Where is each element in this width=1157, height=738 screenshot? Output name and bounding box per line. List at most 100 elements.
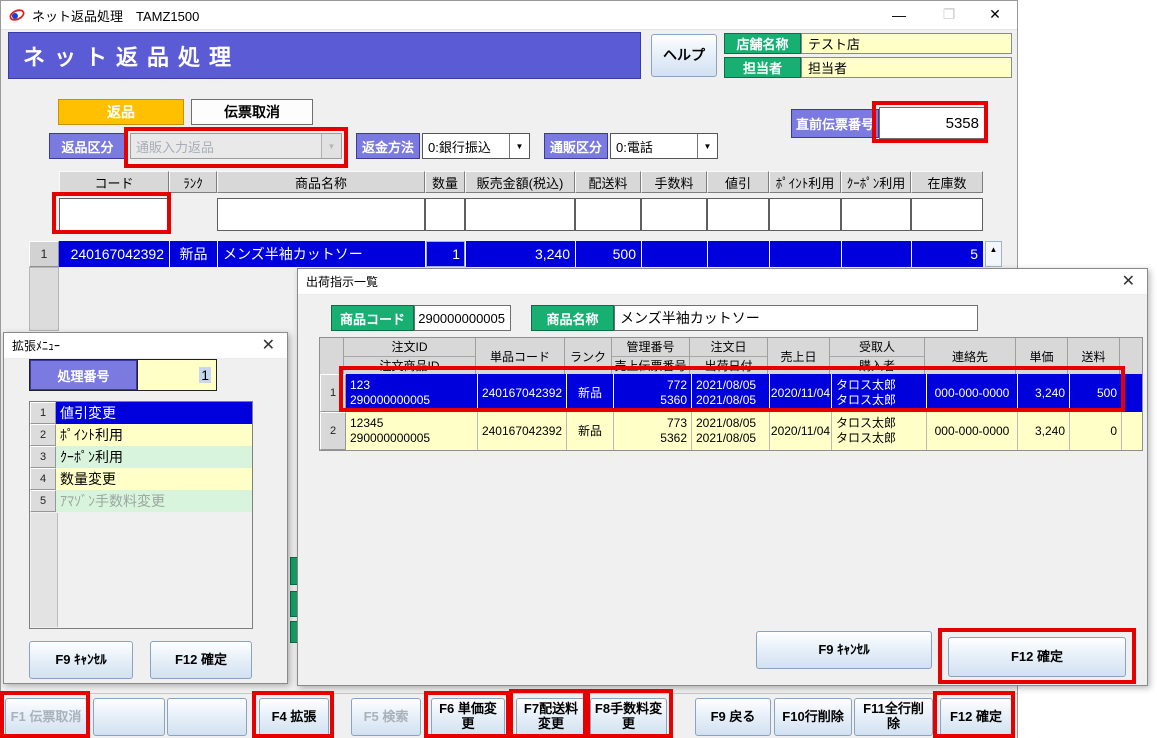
- row-cell-discount[interactable]: [707, 241, 769, 267]
- fkey-f12-confirm[interactable]: F12 確定: [940, 698, 1012, 736]
- ext-cancel-button[interactable]: F9 ｷｬﾝｾﾙ: [29, 641, 133, 679]
- row-number: 1: [320, 374, 346, 412]
- shipping-row[interactable]: 2 12345290000000005 240167042392 新品 7735…: [320, 412, 1142, 450]
- point-input[interactable]: [769, 198, 841, 231]
- stock-input[interactable]: [911, 198, 983, 231]
- close-button[interactable]: ✕: [973, 1, 1017, 28]
- row-cell-qty[interactable]: 1: [425, 241, 465, 267]
- col-order-date: 注文日 出荷日付: [690, 338, 768, 374]
- col-receiver: 受取人 購入者: [830, 338, 925, 374]
- grid-header-shipping: 配送料: [575, 171, 641, 193]
- menu-item-label: ｱﾏｿﾞﾝ手数料変更: [56, 490, 252, 512]
- amount-input[interactable]: [465, 198, 575, 231]
- menu-item-label[interactable]: ｸｰﾎﾟﾝ利用: [56, 446, 252, 468]
- menu-item-point[interactable]: 2 ﾎﾟｲﾝﾄ利用: [30, 424, 252, 446]
- grid-header-discount: 値引: [707, 171, 769, 193]
- chevron-down-icon[interactable]: ▼: [509, 134, 529, 158]
- name-input[interactable]: [217, 198, 425, 231]
- grid-header-stock: 在庫数: [911, 171, 983, 193]
- fee-input[interactable]: [641, 198, 707, 231]
- refund-method-select[interactable]: 0:銀行振込 ▼: [422, 133, 530, 159]
- menu-item-label[interactable]: ﾎﾟｲﾝﾄ利用: [56, 424, 252, 446]
- dialog-title: 出荷指示一覧: [306, 273, 378, 290]
- screenshot-root: ネット返品処理 TAMZ1500 — ❐ ✕ ネット返品処理 ヘルプ 店舗名称 …: [0, 0, 1157, 738]
- col-unit-price: 単価: [1016, 338, 1068, 374]
- store-name-label: 店舗名称: [724, 33, 801, 54]
- help-button[interactable]: ヘルプ: [651, 34, 717, 77]
- fkey-f2-empty: [93, 698, 165, 736]
- ship-confirm-button[interactable]: F12 確定: [948, 637, 1126, 677]
- menu-item-discount[interactable]: 1 値引変更: [30, 402, 252, 424]
- fkey-f1-slip-cancel[interactable]: F1 伝票取消: [5, 698, 87, 736]
- coupon-input[interactable]: [841, 198, 911, 231]
- row-cell-coupon[interactable]: [841, 241, 911, 267]
- fkey-f6-unit-price[interactable]: F6 単価変更: [431, 698, 505, 736]
- shipping-input[interactable]: [575, 198, 641, 231]
- grid-gutter: [29, 267, 59, 331]
- row-cell-shipping[interactable]: 500: [575, 241, 641, 267]
- row-cell-rank[interactable]: 新品: [169, 241, 217, 267]
- grid-header-amount: 販売金額(税込): [465, 171, 575, 193]
- return-category-label: 返品区分: [49, 133, 126, 159]
- order-channel-value: 0:電話: [611, 134, 697, 158]
- fkey-f7-shipping[interactable]: F7配送料変更: [516, 698, 586, 736]
- row-cell-code[interactable]: 240167042392: [59, 241, 169, 267]
- close-icon[interactable]: ✕: [1118, 274, 1139, 290]
- menu-item-label[interactable]: 数量変更: [56, 468, 252, 490]
- minimize-button[interactable]: —: [877, 1, 921, 28]
- process-no-value: 1: [199, 367, 211, 383]
- refund-method-value: 0:銀行振込: [423, 134, 509, 158]
- maximize-button: ❐: [927, 1, 971, 28]
- tab-return[interactable]: 返品: [58, 99, 184, 125]
- product-code-value: 290000000005: [414, 305, 511, 331]
- fkey-f9-back[interactable]: F9 戻る: [695, 698, 771, 736]
- row-number: 2: [320, 412, 346, 450]
- staff-value: 担当者: [801, 57, 1012, 78]
- function-key-bar: F1 伝票取消 F4 拡張 F5 検索 F6 単価変更 F7配送料変更 F8手数…: [1, 693, 1017, 738]
- col-shipping-fee: 送料: [1068, 338, 1120, 374]
- window-title: ネット返品処理 TAMZ1500: [32, 6, 199, 25]
- order-channel-label: 通販区分: [544, 133, 608, 159]
- chevron-down-icon[interactable]: ▼: [697, 134, 717, 158]
- last-slip-label: 直前伝票番号: [791, 109, 879, 138]
- shipping-row[interactable]: 1 123290000000005 240167042392 新品 772536…: [320, 374, 1142, 412]
- grid-header-rank: ﾗﾝｸ: [169, 171, 217, 193]
- staff-label: 担当者: [724, 57, 801, 78]
- fkey-f4-extension[interactable]: F4 拡張: [259, 698, 329, 736]
- chevron-down-icon[interactable]: ▼: [321, 134, 341, 158]
- row-cell-stock[interactable]: 5: [911, 241, 983, 267]
- menu-item-coupon[interactable]: 3 ｸｰﾎﾟﾝ利用: [30, 446, 252, 468]
- row-cell-amount[interactable]: 3,240: [465, 241, 575, 267]
- code-input[interactable]: [59, 198, 169, 231]
- product-name-value: メンズ半袖カットソー: [614, 305, 978, 331]
- row-cell-name[interactable]: メンズ半袖カットソー: [217, 241, 425, 267]
- shipping-table-header: 注文ID 注文商品ID 単品コード ランク 管理番号 売上伝票番号 注文日 出荷…: [320, 338, 1142, 374]
- process-no-field[interactable]: 1: [137, 360, 216, 390]
- row-cell-fee[interactable]: [641, 241, 707, 267]
- fkey-f11-del-all[interactable]: F11全行削除: [854, 698, 933, 736]
- process-no-group: 処理番号 1: [29, 359, 217, 391]
- menu-item-label[interactable]: 値引変更: [56, 402, 252, 424]
- close-icon[interactable]: ✕: [258, 338, 279, 354]
- menu-item-qty[interactable]: 4 数量変更: [30, 468, 252, 490]
- qty-input[interactable]: [425, 198, 465, 231]
- tab-slip-cancel[interactable]: 伝票取消: [191, 99, 313, 125]
- scroll-up-icon[interactable]: ▲: [985, 241, 1002, 267]
- fkey-f10-del-row[interactable]: F10行削除: [774, 698, 852, 736]
- return-category-select[interactable]: 通販入力返品 ▼: [130, 133, 342, 159]
- menu-item-no: 5: [30, 490, 56, 512]
- order-channel-select[interactable]: 0:電話 ▼: [610, 133, 718, 159]
- row-cell-point[interactable]: [769, 241, 841, 267]
- fkey-f8-fee[interactable]: F8手数料変更: [590, 698, 667, 736]
- fkey-f5-search[interactable]: F5 検索: [351, 698, 421, 736]
- grid-header-code: コード: [59, 171, 169, 193]
- product-name-label: 商品名称: [531, 305, 614, 331]
- col-mgmt-no: 管理番号 売上伝票番号: [612, 338, 690, 374]
- list-gutter: [31, 513, 58, 627]
- col-sales-date: 売上日: [768, 338, 830, 374]
- discount-input[interactable]: [707, 198, 769, 231]
- row-number[interactable]: 1: [29, 241, 59, 267]
- ext-confirm-button[interactable]: F12 確定: [150, 641, 252, 679]
- ship-cancel-button[interactable]: F9 ｷｬﾝｾﾙ: [756, 631, 932, 669]
- grid-header-name: 商品名称: [217, 171, 425, 193]
